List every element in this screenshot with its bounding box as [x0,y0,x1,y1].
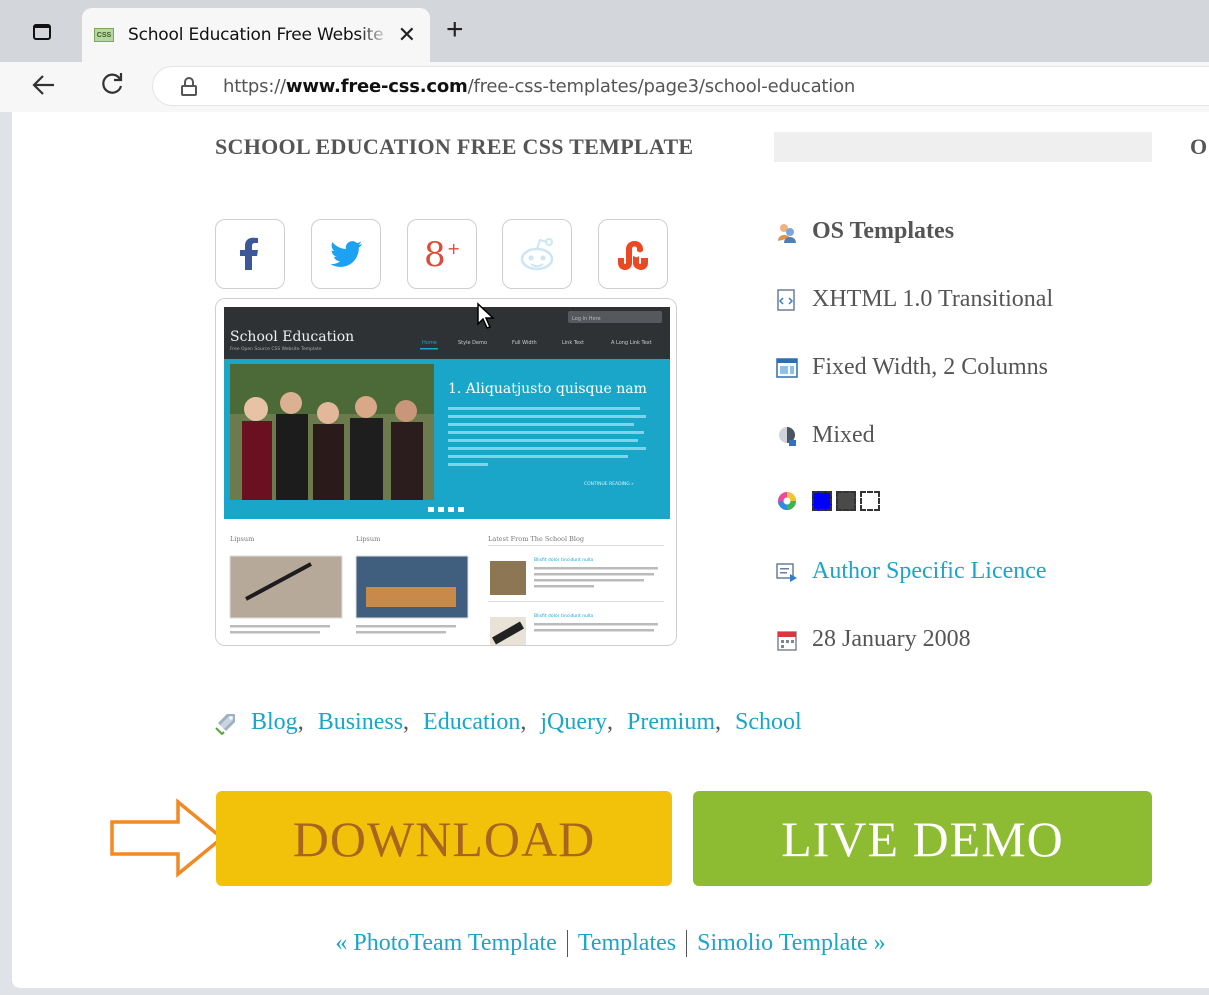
share-stumbleupon-button[interactable] [598,219,668,289]
lock-icon[interactable] [181,77,197,96]
back-button[interactable] [30,71,58,106]
preview-blog-item-title: Blisfit dolor tincidunt nulla [534,613,593,619]
tag-link-business[interactable]: Business [318,709,403,736]
meta-style: Mixed [776,422,875,449]
meta-date-text: 28 January 2008 [812,626,971,652]
next-template-link[interactable]: Simolio Template » [687,930,896,957]
tag-separator: , [520,709,527,735]
meta-date: 28 January 2008 [776,626,971,653]
layout-icon [776,357,798,378]
color-swatch [860,491,880,511]
meta-layout-text: Fixed Width, 2 Columns [812,354,1048,380]
tag-link-blog[interactable]: Blog [251,709,298,736]
template-screenshot: Log In Here School Education Free Open S… [216,299,676,645]
meta-author: OS Templates [776,218,954,245]
reload-button[interactable] [98,69,126,104]
preview-slide-heading: 1. Aliquatjusto quisque nam [448,381,647,397]
tag-separator: , [715,709,722,735]
tag-list: Blog, Business, Education, jQuery, Premi… [215,709,802,736]
arrow-right-icon [110,798,225,878]
tag-icon [215,713,235,735]
live-demo-button[interactable]: LIVE DEMO [693,791,1152,886]
sidebar-title-fragment: O [1190,134,1208,159]
calendar-icon [777,630,797,651]
share-google-plus-button[interactable]: 8 + [407,219,477,289]
color-swatch [812,491,832,511]
reddit-icon [520,238,554,271]
window-icon [33,24,51,40]
title-divider [774,132,1152,162]
contrast-icon [779,426,796,446]
web-page: SCHOOL EDUCATION FREE CSS TEMPLATE O 8 + … [12,112,1209,988]
preview-nav-item: Home [422,340,437,346]
preview-nav-item: Full Width [512,340,537,346]
users-icon [778,223,796,243]
preview-col3-heading: Latest From The School Blog [488,535,584,543]
share-twitter-button[interactable] [311,219,381,289]
licence-link[interactable]: Author Specific Licence [812,558,1047,585]
preview-col2-heading: Lipsum [356,535,380,543]
meta-style-text: Mixed [812,422,875,448]
reload-icon [102,73,123,94]
mouse-cursor [477,302,495,329]
page-title: SCHOOL EDUCATION FREE CSS TEMPLATE [215,134,694,159]
preview-tagline: Free Open Source CSS Website Template [230,346,322,352]
preview-col1-heading: Lipsum [230,535,254,543]
new-tab-button[interactable]: + [446,14,464,46]
google-plus-icon: 8 + [424,235,460,275]
meta-doctype: XHTML 1.0 Transitional [776,286,1053,313]
preview-nav-item: A Long Link Text [611,340,652,346]
meta-author-text: OS Templates [812,218,955,244]
download-button[interactable]: DOWNLOAD [216,791,672,886]
template-preview-image[interactable]: Log In Here School Education Free Open S… [215,298,677,646]
meta-licence: Author Specific Licence [776,558,1047,585]
preview-login-text: Log In Here [572,316,601,322]
template-pager: « PhotoTeam Template Templates Simolio T… [12,930,1209,957]
tag-link-school[interactable]: School [735,709,802,736]
meta-doctype-text: XHTML 1.0 Transitional [812,286,1054,312]
browser-toolbar: https://www.free-css.com/free-css-templa… [0,62,1209,112]
meta-layout: Fixed Width, 2 Columns [776,354,1048,381]
preview-slide-more: CONTINUE READING » [584,481,634,487]
tag-separator: , [607,709,614,735]
favicon-icon: CSS [94,28,114,42]
tag-separator: , [403,709,410,735]
color-wheel-icon [778,492,796,510]
url-text[interactable]: https://www.free-css.com/free-css-templa… [223,76,855,97]
preview-blog-item-title: Blisfit dolor tincidunt nulla [534,557,593,563]
svg-text:8: 8 [424,235,446,275]
tab-strip: CSS School Education Free Website Te ✕ + [0,0,1209,62]
tag-link-education[interactable]: Education [423,709,520,736]
stumbleupon-icon [618,241,648,270]
preview-nav-item: Link Text [562,340,584,346]
prev-template-link[interactable]: « PhotoTeam Template [325,930,566,957]
svg-text:+: + [447,239,460,258]
share-facebook-button[interactable] [215,219,285,289]
preview-nav-item: Style Demo [458,340,487,346]
share-reddit-button[interactable] [502,219,572,289]
tab-actions-button[interactable] [20,18,64,46]
tag-link-jquery[interactable]: jQuery [540,709,607,736]
facebook-icon [240,237,258,270]
licence-icon [776,562,797,582]
meta-colors [776,490,884,512]
tab-title: School Education Free Website Te [128,25,390,45]
code-file-icon [777,288,795,311]
address-bar[interactable]: https://www.free-css.com/free-css-templa… [152,66,1209,106]
close-tab-icon[interactable]: ✕ [398,22,416,48]
arrow-left-icon [32,75,54,95]
twitter-icon [330,241,362,267]
tag-link-premium[interactable]: Premium [627,709,715,736]
color-swatch [836,491,856,511]
preview-site-name: School Education [230,329,354,345]
templates-index-link[interactable]: Templates [566,930,688,957]
tag-separator: , [297,709,304,735]
browser-tab[interactable]: CSS School Education Free Website Te ✕ [82,8,430,62]
